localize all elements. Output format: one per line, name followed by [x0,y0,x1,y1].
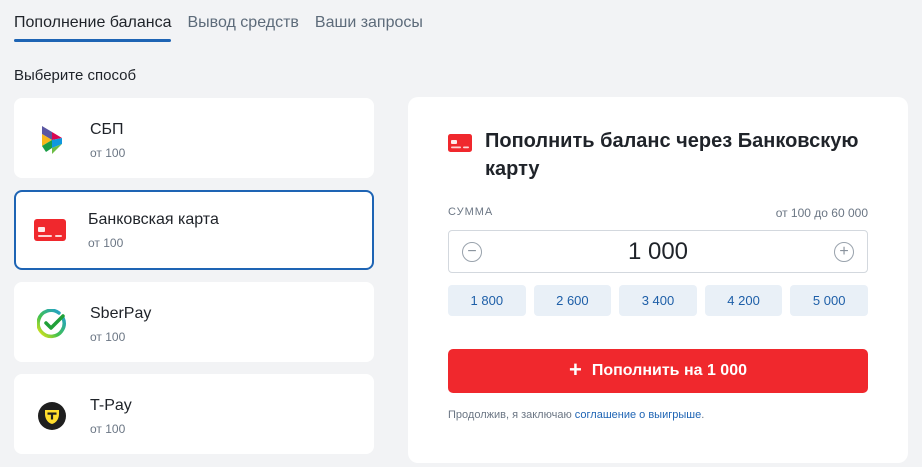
method-min-amount: от 100 [90,146,126,160]
amount-input[interactable]: 1 000 [449,238,867,266]
method-bank-card[interactable]: Банковская карта от 100 [14,190,374,270]
method-tpay[interactable]: T-Pay от 100 [14,374,374,454]
method-min-amount: от 100 [90,330,126,344]
bank-card-icon [448,134,472,152]
tpay-icon [36,400,68,432]
agreement-link[interactable]: соглашение о выигрыше [575,409,701,421]
preset-amount-button[interactable]: 1 800 [448,285,526,316]
tab-bar: Пополнение баланса Вывод средств Ваши за… [14,0,423,42]
agreement-end: . [701,409,705,421]
amount-stepper: − 1 000 + [448,230,868,273]
preset-amount-button[interactable]: 2 600 [533,285,612,316]
method-min-amount: от 100 [88,236,124,250]
tab-requests[interactable]: Ваши запросы [315,0,423,42]
agreement-note: Продолжив, я заключаю соглашение о выигр… [448,409,704,421]
sberpay-icon [36,308,68,340]
sbp-icon [36,124,68,156]
increase-amount-button[interactable]: + [834,242,854,262]
submit-label: Пополнить на 1 000 [591,362,747,379]
agreement-text: Продолжив, я заключаю [448,409,575,421]
method-name: T-Pay [90,397,132,414]
submit-deposit-button[interactable]: + Пополнить на 1 000 [448,349,868,393]
method-sberpay[interactable]: SberPay от 100 [14,282,374,362]
tab-withdraw[interactable]: Вывод средств [187,0,298,42]
method-name: СБП [90,121,124,138]
preset-amount-button[interactable]: 5 000 [790,285,868,316]
sum-range: от 100 до 60 000 [775,206,868,220]
plus-icon: + [569,357,582,382]
plus-icon: + [839,243,849,260]
panel-title: Пополнить баланс через Банковскую карту [485,130,859,180]
method-min-amount: от 100 [90,422,126,436]
section-title: Выберите способ [14,67,137,84]
preset-amount-button[interactable]: 4 200 [704,285,783,316]
method-sbp[interactable]: СБП от 100 [14,98,374,178]
sum-label: СУММА [448,206,494,218]
method-name: SberPay [90,305,152,322]
preset-amount-button[interactable]: 3 400 [619,285,697,316]
deposit-panel: Пополнить баланс через Банковскую карту … [408,97,908,463]
amount-presets: 1 800 2 600 3 400 4 200 5 000 [448,285,868,316]
bank-card-icon [34,214,66,246]
method-name: Банковская карта [88,211,219,228]
tab-deposit[interactable]: Пополнение баланса [14,0,172,42]
